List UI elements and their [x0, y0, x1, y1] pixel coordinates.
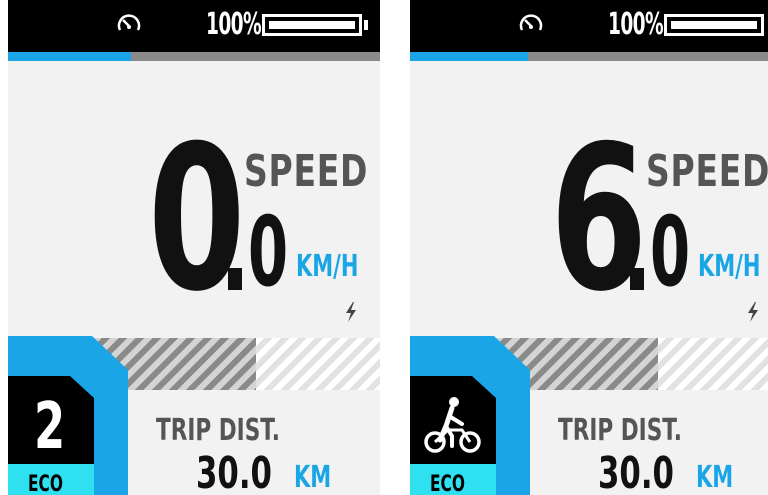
assist-level-panel [8, 336, 128, 495]
trip-distance-label: TRIP DIST. [558, 413, 682, 448]
assist-mode-label: ECO [430, 472, 465, 495]
hatch-stripe-light [256, 338, 380, 390]
hatch-stripe-light [658, 338, 768, 390]
trip-progress-fill [410, 52, 529, 61]
bolt-icon [748, 302, 758, 322]
trip-distance-unit: KM [696, 460, 734, 495]
trip-progress-bar [410, 52, 768, 61]
speed-decimal: 0 [248, 196, 289, 308]
speedometer-icon [519, 14, 543, 31]
trip-distance-unit: KM [294, 460, 332, 495]
speed-label: SPEED [646, 146, 768, 197]
speed-decimal: 0 [650, 196, 691, 308]
battery-percentage: 100% [206, 7, 262, 42]
battery-icon [664, 14, 764, 36]
decimal-point [630, 268, 644, 290]
speed-unit: KM/H [296, 249, 359, 284]
trip-distance-value: 30.0 [196, 448, 272, 495]
trip-distance-label: TRIP DIST. [156, 413, 280, 448]
walk-assist-icon [424, 397, 481, 453]
assist-mode-label: ECO [28, 472, 63, 495]
assist-level-value: 2 [34, 390, 66, 464]
speed-unit: KM/H [698, 249, 761, 284]
display-screen-right: 100% 6 0 SPEED KM/H ECO TRIP DIST. 30.0 … [410, 0, 768, 495]
display-screen-left: 100% 0 0 SPEED KM/H 2 ECO TRIP DIST. 30.… [8, 0, 380, 495]
battery-tip [364, 20, 368, 30]
battery-percentage: 100% [608, 7, 664, 42]
speedometer-icon [117, 14, 141, 31]
decimal-point [228, 268, 242, 290]
trip-distance-value: 30.0 [598, 448, 674, 495]
speed-label: SPEED [244, 146, 369, 197]
trip-progress-bar [8, 52, 380, 61]
trip-progress-fill [8, 52, 131, 61]
status-bar: 100% [8, 0, 380, 52]
bolt-icon [346, 302, 356, 322]
status-bar: 100% [410, 0, 768, 52]
battery-icon [262, 14, 362, 36]
